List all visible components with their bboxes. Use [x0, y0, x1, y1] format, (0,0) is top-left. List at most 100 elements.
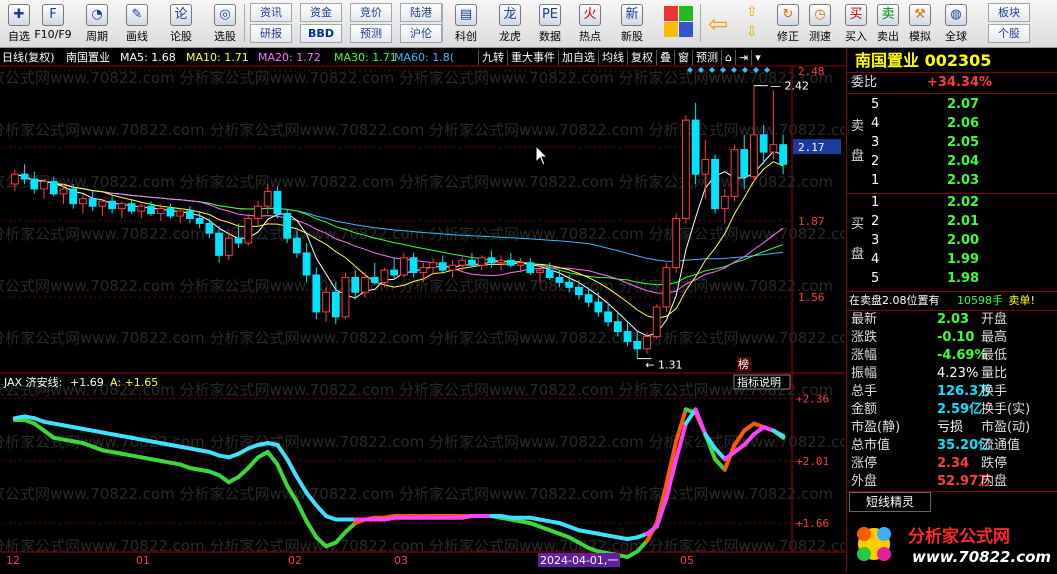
stat-value: -4.69%	[937, 348, 988, 363]
toolbar-news-button[interactable]: 资讯	[250, 3, 292, 22]
fire-icon: 火	[579, 4, 601, 26]
toolbar-sh-london-button[interactable]: 沪伦	[400, 24, 442, 43]
sell-level: 2	[871, 154, 880, 169]
refresh-icon: ↻	[777, 4, 799, 26]
indicator-name: JAX 济安线:	[3, 375, 62, 389]
stat-label-right: 市盈(动)	[981, 420, 1031, 435]
candle-down	[575, 286, 583, 296]
chart-button-window[interactable]: 窗	[674, 50, 692, 65]
webi-label: 委比	[851, 75, 878, 90]
chart-button-ma[interactable]: 均线	[598, 50, 627, 65]
toolbar-f10-button[interactable]: F F10/F9	[30, 2, 76, 44]
toolbar-hk-link-button[interactable]: 陆港	[400, 3, 442, 22]
short-term-elf-tab[interactable]: 短线精灵	[849, 492, 931, 512]
toolbar-button-label: 新股	[621, 30, 643, 43]
stat-label: 涨幅	[851, 348, 878, 363]
stat-label: 涨停	[851, 456, 878, 471]
chart-button-forecast[interactable]: 预测	[692, 50, 721, 65]
toolbar-forecast-button[interactable]: 预测	[350, 24, 392, 43]
chart-button-nine-turn[interactable]: 九转	[478, 50, 507, 65]
header-ma10: MA10: 1.71	[186, 51, 249, 64]
indicator-tick-label: +1.66	[796, 517, 829, 530]
watermark-text: 分析家公式网www.70822.com 分析家公式网www.70822.com …	[0, 225, 845, 243]
dropdown-arrow-icon[interactable]: ▾	[751, 50, 764, 65]
sell-level: 5	[871, 97, 880, 112]
toolbar-fire-button[interactable]: 火热点	[570, 2, 610, 44]
candle-up	[10, 173, 19, 185]
stat-value: -0.10	[937, 330, 975, 345]
candle-down	[166, 208, 175, 217]
toolbar-sell-button[interactable]: 卖卖出	[872, 2, 904, 44]
toolbar-separator	[700, 4, 701, 42]
jax-line-segment	[285, 457, 299, 479]
toolbar-hammer-button[interactable]: ⚒ 模拟	[904, 2, 936, 44]
back-arrow-icon[interactable]: ⇦	[708, 10, 728, 38]
candle-down	[604, 311, 612, 323]
toolbar-target-button[interactable]: ◎ 选股	[206, 2, 244, 44]
candle-down	[613, 321, 622, 333]
notice-row: 在卖盘2.08位置有 10598手 卖单!	[849, 292, 1035, 310]
candle-down	[215, 232, 223, 256]
toolbar-report-button[interactable]: 研报	[250, 24, 292, 43]
logo-name: 分析家公式网	[908, 526, 1010, 547]
color-grid-icon[interactable]	[664, 6, 693, 38]
toolbar-chart-button[interactable]: ▤ 科创	[446, 2, 486, 44]
down-arrow-icon[interactable]: ⇩	[746, 22, 758, 42]
candle-up	[40, 181, 48, 190]
buy-level: 2	[871, 214, 880, 229]
toolbar-buy-button[interactable]: 买买入	[840, 2, 872, 44]
toolbar-pe-button[interactable]: PE 数据	[530, 2, 570, 44]
toolbar-funds-button[interactable]: 资金	[300, 3, 342, 22]
candle-down	[565, 281, 574, 288]
toolbar-button-label: 选股	[214, 30, 236, 43]
sell-price: 2.03	[947, 173, 980, 188]
chart-button-overlay[interactable]: 叠	[656, 50, 674, 65]
current-price-label: 2.17	[798, 141, 825, 154]
chart-button-major-events[interactable]: 重大事件	[507, 50, 558, 65]
toolbar-button-label: 科创	[455, 30, 477, 43]
indicator-explain-label: 指标说明	[737, 375, 781, 389]
watermark-text: 分析家公式网www.70822.com 分析家公式网www.70822.com …	[0, 485, 833, 503]
toolbar-chat-button[interactable]: 论论股	[162, 2, 200, 44]
sector-button[interactable]: 板块	[988, 3, 1030, 22]
toolbar-bbd-button[interactable]: BBD	[300, 24, 342, 43]
toolbar-separator	[244, 4, 245, 42]
sell-price: 2.07	[947, 97, 980, 112]
webi-value: +34.34%	[927, 75, 993, 90]
candle-up	[643, 335, 651, 350]
candle-up	[137, 205, 146, 212]
lock-icon[interactable]: ⌂	[721, 50, 735, 65]
sell-level: 3	[871, 135, 880, 150]
up-down-buttons: ⇧ ⇩	[746, 2, 758, 42]
toolbar-pencil-button[interactable]: ✎ 画线	[118, 2, 156, 44]
toolbar-button-label: 数据	[539, 30, 561, 43]
sell-side-label: 盘	[851, 149, 865, 164]
pin-arrow-icon[interactable]: ⇥	[734, 50, 751, 65]
toolbar-button-label: 画线	[126, 30, 148, 43]
candle-down	[390, 269, 399, 276]
panel-title: 南国置业 002305	[855, 50, 991, 72]
stock-button[interactable]: 个股	[988, 24, 1030, 43]
buy-price: 1.99	[947, 252, 980, 267]
candle-up	[79, 198, 87, 205]
stat-label-right: 最低	[981, 348, 1008, 363]
up-arrow-icon[interactable]: ⇧	[746, 2, 758, 22]
toolbar-dragon-button[interactable]: 龙龙虎	[490, 2, 530, 44]
candle-up	[98, 200, 107, 207]
candle-up	[448, 264, 457, 271]
chart-button-adjust[interactable]: 复权	[627, 50, 656, 65]
toolbar-refresh-button[interactable]: ↻ 修正	[772, 2, 804, 44]
candle-up	[477, 257, 486, 266]
toolbar-new-button[interactable]: 新新股	[612, 2, 652, 44]
toolbar-auction-button[interactable]: 竞价	[350, 3, 392, 22]
toolbar-stopwatch-button[interactable]: ◷ 测速	[804, 2, 836, 44]
kline-chart-area[interactable]: 2.482.171.871.562.17+2.36+2.01+1.66分析家公式…	[0, 48, 845, 572]
watermark-text: 分析家公式网www.70822.com 分析家公式网www.70822.com …	[0, 173, 833, 191]
chart-button-add-watchlist[interactable]: 加自选	[558, 50, 598, 65]
pencil-icon: ✎	[126, 4, 148, 26]
toolbar-globe-button[interactable]: ◍ 全球	[940, 2, 972, 44]
toolbar-button-label: 买入	[845, 30, 867, 43]
kline-chart[interactable]: 2.482.171.871.562.17+2.36+2.01+1.66分析家公式…	[0, 48, 845, 572]
stat-value: 2.03	[937, 312, 970, 327]
toolbar-clock-button[interactable]: ◔ 周期	[78, 2, 116, 44]
